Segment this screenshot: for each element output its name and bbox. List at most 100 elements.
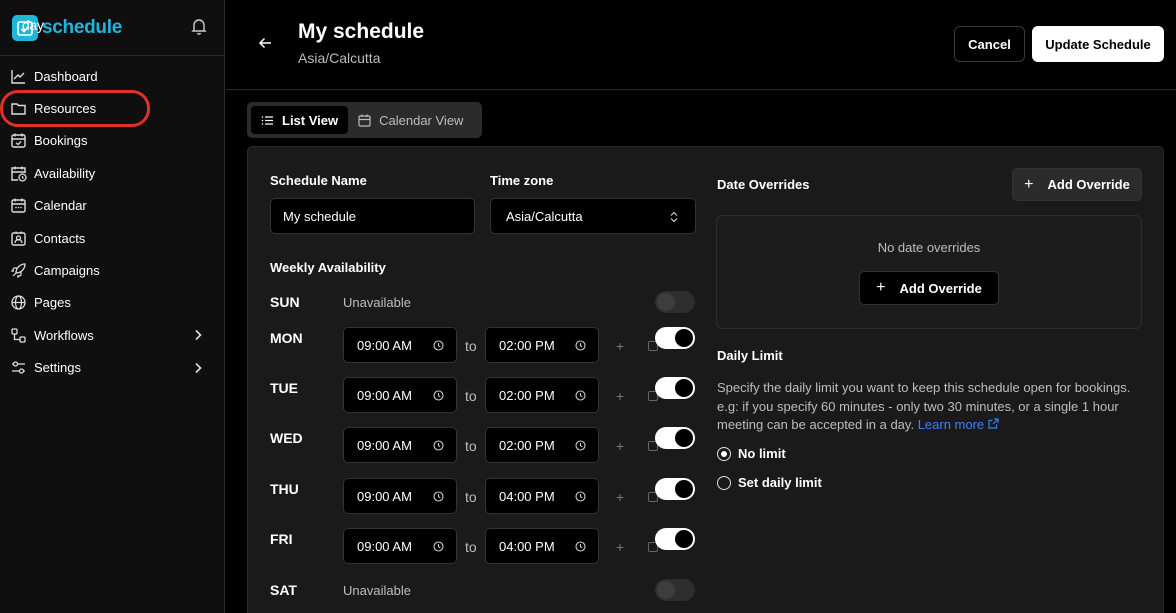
plus-icon: + <box>1024 175 1034 193</box>
sidebar-item-label: Workflows <box>34 327 94 343</box>
sidebar-item-bookings[interactable]: Bookings <box>0 125 224 157</box>
set-daily-limit-radio[interactable] <box>717 476 731 490</box>
tab-calendar-view[interactable]: Calendar View <box>348 106 473 134</box>
schedule-panel: Schedule Name My schedule Time zone Asia… <box>247 146 1164 613</box>
set-daily-limit-label: Set daily limit <box>738 475 822 490</box>
add-slot-button[interactable]: + <box>616 539 624 555</box>
timezone-label: Time zone <box>490 173 554 188</box>
add-slot-button[interactable]: + <box>616 489 624 505</box>
sidebar-item-settings[interactable]: Settings <box>0 352 224 384</box>
globe-icon <box>11 295 26 311</box>
page-title: My schedule <box>298 20 425 43</box>
day-toggle[interactable] <box>655 478 695 500</box>
sidebar-item-label: Pages <box>34 295 71 311</box>
logo-text: day schedule <box>22 16 122 38</box>
sidebar-item-dashboard[interactable]: Dashboard <box>0 60 224 92</box>
plus-icon: + <box>876 279 886 296</box>
rocket-icon <box>10 263 26 279</box>
sidebar-item-workflows[interactable]: Workflows <box>0 319 224 351</box>
external-link-icon <box>988 418 999 429</box>
to-label: to <box>465 338 477 354</box>
no-limit-radio[interactable] <box>717 447 731 461</box>
cancel-button[interactable]: Cancel <box>954 26 1025 62</box>
add-slot-button[interactable]: + <box>616 388 624 404</box>
view-tabs: List View Calendar View <box>247 102 482 138</box>
add-slot-button[interactable]: + <box>616 338 624 354</box>
weekly-availability-label: Weekly Availability <box>270 260 386 275</box>
day-label: SAT <box>270 582 297 598</box>
sidebar-item-label: Contacts <box>34 230 86 246</box>
sidebar-item-label: Bookings <box>34 133 88 149</box>
day-label: WED <box>270 430 303 446</box>
end-time-input[interactable]: 02:00 PM <box>485 427 599 463</box>
to-label: to <box>465 388 477 404</box>
add-override-button[interactable]: + Add Override <box>1012 168 1142 201</box>
schedule-name-input[interactable]: My schedule <box>270 198 475 234</box>
sidebar-item-availability[interactable]: Availability <box>0 157 224 189</box>
to-label: to <box>465 438 477 454</box>
tab-list-view[interactable]: List View <box>251 106 349 134</box>
end-time-input[interactable]: 02:00 PM <box>485 377 599 413</box>
calendar-check-icon <box>11 133 26 149</box>
end-time-input[interactable]: 02:00 PM <box>485 327 599 363</box>
day-label: SUN <box>270 294 300 310</box>
day-label: THU <box>270 481 299 497</box>
sidebar-item-contacts[interactable]: Contacts <box>0 222 224 254</box>
sidebar-item-label: Campaigns <box>34 263 100 279</box>
day-toggle[interactable] <box>655 427 695 449</box>
sidebar-item-campaigns[interactable]: Campaigns <box>0 254 224 286</box>
to-label: to <box>465 539 477 555</box>
list-icon <box>261 115 273 125</box>
workflow-icon <box>11 328 26 343</box>
no-limit-label: No limit <box>738 446 786 461</box>
contact-icon <box>11 231 26 246</box>
day-toggle[interactable] <box>655 579 695 601</box>
unavailable-text: Unavailable <box>343 295 411 310</box>
timezone-select[interactable]: Asia/Calcutta <box>490 198 696 234</box>
day-toggle[interactable] <box>655 528 695 550</box>
bell-icon[interactable] <box>190 17 208 35</box>
chevron-right-icon <box>195 330 202 341</box>
page-header: My schedule Asia/Calcutta Cancel Update … <box>226 0 1176 90</box>
arrow-left-icon[interactable] <box>258 36 272 50</box>
day-toggle[interactable] <box>655 377 695 399</box>
sidebar-item-pages[interactable]: Pages <box>0 287 224 319</box>
sidebar: day schedule Dashboard Resources Bookings… <box>0 0 225 613</box>
daily-limit-title: Daily Limit <box>717 348 783 363</box>
sidebar-item-label: Calendar <box>34 198 87 214</box>
start-time-input[interactable]: 09:00 AM <box>343 478 457 514</box>
start-time-input[interactable]: 09:00 AM <box>343 427 457 463</box>
calendar-icon <box>11 198 26 213</box>
chevron-right-icon <box>195 362 202 373</box>
day-toggle[interactable] <box>655 327 695 349</box>
sidebar-item-label: Settings <box>34 360 81 376</box>
annotation-highlight-circle <box>0 90 150 127</box>
day-label: MON <box>270 330 303 346</box>
schedule-name-label: Schedule Name <box>270 173 367 188</box>
start-time-input[interactable]: 09:00 AM <box>343 377 457 413</box>
add-slot-button[interactable]: + <box>616 438 624 454</box>
learn-more-link[interactable]: Learn more <box>918 417 999 432</box>
add-override-button-empty[interactable]: + Add Override <box>859 271 999 305</box>
to-label: to <box>465 489 477 505</box>
calendar-icon <box>358 114 371 127</box>
date-overrides-title: Date Overrides <box>717 177 810 192</box>
unavailable-text: Unavailable <box>343 583 411 598</box>
day-label: FRI <box>270 531 293 547</box>
chevron-up-down-icon <box>670 211 678 223</box>
sidebar-item-calendar[interactable]: Calendar <box>0 190 224 222</box>
start-time-input[interactable]: 09:00 AM <box>343 528 457 564</box>
sidebar-item-label: Availability <box>34 165 96 181</box>
sidebar-header: day schedule <box>0 0 224 56</box>
update-schedule-button[interactable]: Update Schedule <box>1032 26 1164 62</box>
calendar-clock-icon <box>11 166 27 182</box>
end-time-input[interactable]: 04:00 PM <box>485 528 599 564</box>
sidebar-item-label: Dashboard <box>34 68 98 84</box>
day-toggle[interactable] <box>655 291 695 313</box>
settings-icon <box>12 361 25 374</box>
end-time-input[interactable]: 04:00 PM <box>485 478 599 514</box>
page-subtitle: Asia/Calcutta <box>298 50 381 66</box>
start-time-input[interactable]: 09:00 AM <box>343 327 457 363</box>
daily-limit-description: Specify the daily limit you want to keep… <box>717 380 1131 432</box>
date-overrides-list: No date overrides + Add Override <box>716 215 1142 329</box>
